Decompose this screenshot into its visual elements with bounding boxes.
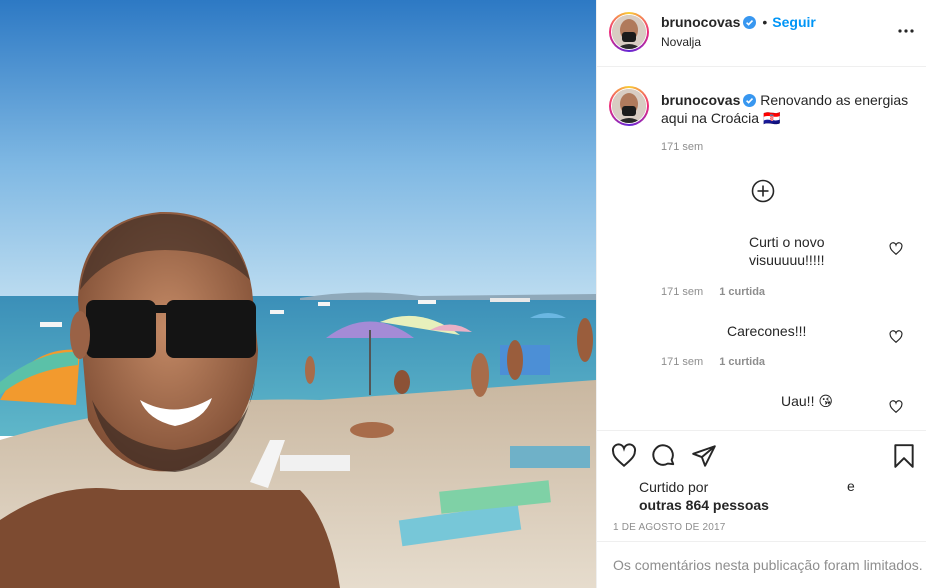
load-more-comments-icon[interactable] <box>751 179 775 203</box>
avatar-photo <box>612 15 646 49</box>
comment-text: Curti o novo visuuuuu!!!!! <box>749 234 825 268</box>
separator-dot: • <box>762 14 768 30</box>
location-link[interactable]: Novalja <box>661 35 701 49</box>
avatar[interactable] <box>609 12 649 52</box>
comment-timestamp[interactable]: 171 sem <box>661 356 703 368</box>
post-date[interactable]: 1 DE AGOSTO DE 2017 <box>613 522 726 533</box>
comments-limited-notice: Os comentários nesta publicação foram li… <box>597 541 926 588</box>
caption-avatar[interactable] <box>609 86 649 126</box>
caption-username[interactable]: brunocovas <box>661 92 740 108</box>
comment-meta: 171 sem 1 curtida <box>661 356 765 368</box>
comment-text: Uau!! 😘 <box>781 393 833 409</box>
post-header: brunocovas • Seguir Novalja <box>597 0 926 67</box>
caption-timestamp[interactable]: 171 sem <box>661 141 703 153</box>
beach-selfie-image <box>0 0 596 588</box>
username-link[interactable]: brunocovas <box>661 14 740 30</box>
comment-likes[interactable]: 1 curtida <box>719 356 765 368</box>
post-photo[interactable] <box>0 0 596 588</box>
avatar-photo <box>612 89 646 123</box>
liked-by: Curtido por outras 864 pessoas <box>639 478 769 514</box>
bookmark-icon[interactable] <box>891 443 917 469</box>
header-user-row: brunocovas • Seguir <box>661 14 816 30</box>
heart-icon[interactable] <box>889 242 903 256</box>
verified-badge-icon <box>743 15 757 29</box>
likes-count-link[interactable]: outras 864 pessoas <box>639 496 769 514</box>
comment-timestamp[interactable]: 171 sem <box>661 286 703 298</box>
avatar-image <box>612 15 646 49</box>
post-modal: brunocovas • Seguir Novalja brunocovas R… <box>0 0 926 588</box>
share-icon[interactable] <box>691 443 717 469</box>
liked-by-prefix: Curtido por <box>639 479 709 495</box>
heart-icon[interactable] <box>889 400 903 414</box>
avatar-image <box>612 89 646 123</box>
post-sidebar: brunocovas • Seguir Novalja brunocovas R… <box>596 0 926 588</box>
comment-text: Carecones!!! <box>727 323 807 339</box>
post-actions: Curtido por outras 864 pessoas e 1 DE AG… <box>597 430 926 588</box>
follow-button[interactable]: Seguir <box>772 14 816 30</box>
verified-badge-icon <box>743 94 757 107</box>
comment-likes[interactable]: 1 curtida <box>719 286 765 298</box>
liked-by-conjunction: e <box>847 478 855 494</box>
heart-icon[interactable] <box>611 443 637 469</box>
heart-icon[interactable] <box>889 330 903 344</box>
more-options-icon[interactable] <box>897 22 915 40</box>
caption: brunocovas Renovando as energias aqui na… <box>661 91 911 127</box>
comment-meta: 171 sem 1 curtida <box>661 286 765 298</box>
comment-icon[interactable] <box>651 443 677 469</box>
